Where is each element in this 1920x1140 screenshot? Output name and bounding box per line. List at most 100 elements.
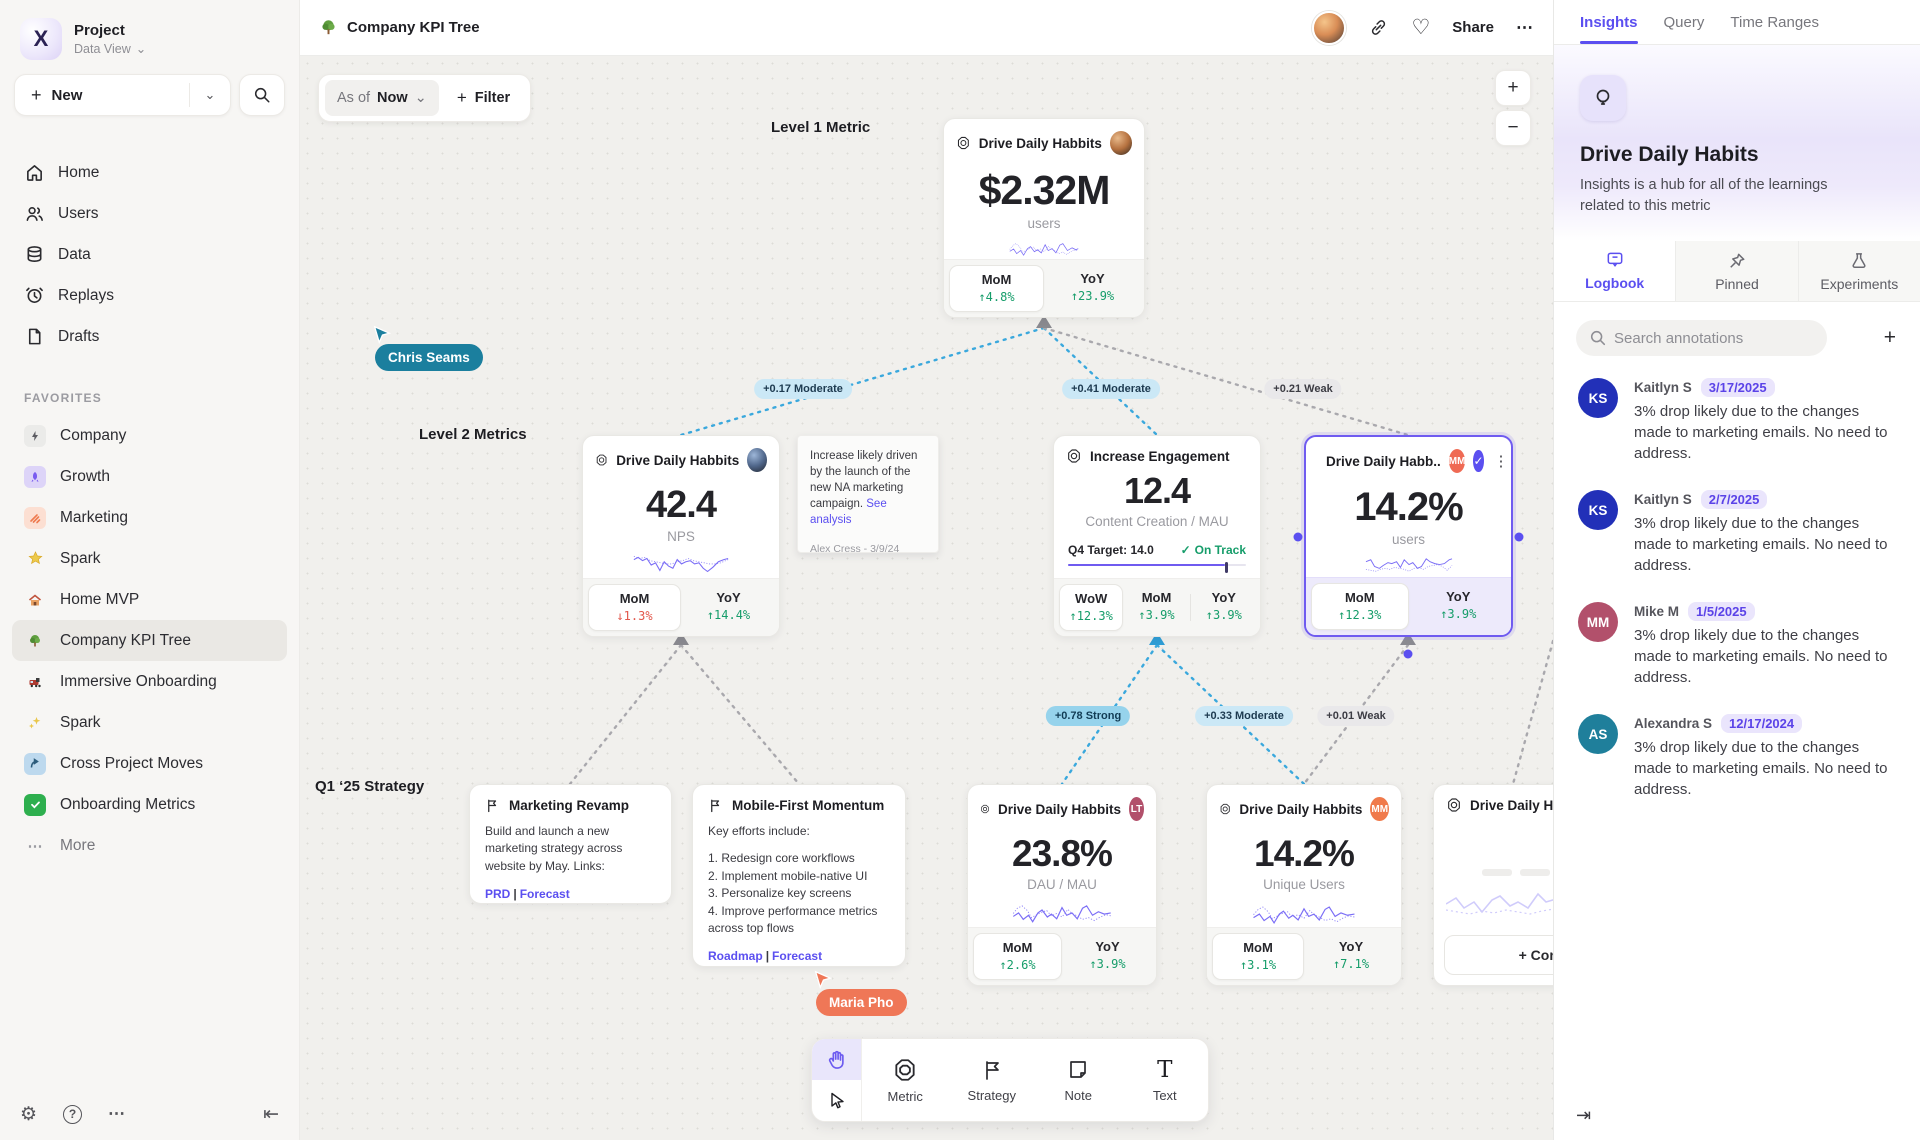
strategy-tool-button[interactable]: Strategy xyxy=(949,1039,1036,1121)
metric-card-partial[interactable]: Drive Daily Hab + Connec xyxy=(1433,784,1553,986)
metric-card-selected[interactable]: Drive Daily Habb.. MM ✓ ⋮ 14.2% users Mo… xyxy=(1304,435,1513,637)
editor-badge: LT xyxy=(1129,797,1144,821)
annotation-note[interactable]: Increase likely driven by the launch of … xyxy=(797,435,939,553)
sidebar-item-label: Immersive Onboarding xyxy=(60,673,217,691)
main-area: Company KPI Tree ♡ Share ⋯ xyxy=(300,0,1553,1140)
more-options-icon[interactable]: ⋯ xyxy=(108,1104,125,1124)
add-annotation-button[interactable]: + xyxy=(1882,326,1898,350)
more-menu-icon[interactable]: ⋯ xyxy=(1516,18,1533,38)
wow-stat[interactable]: WoW ↑12.3% xyxy=(1059,584,1123,631)
metric-card-dau[interactable]: Drive Daily Habbits LT 23.8% DAU / MAU M… xyxy=(967,784,1157,986)
annotation-item[interactable]: AS Alexandra S 12/17/2024 3% drop likely… xyxy=(1578,714,1896,800)
user-avatar[interactable] xyxy=(1312,11,1346,45)
sidebar-fav-spark-2[interactable]: Spark xyxy=(12,702,287,743)
sidebar-fav-spark[interactable]: Spark xyxy=(12,538,287,579)
note-tool-button[interactable]: Note xyxy=(1035,1039,1122,1121)
sidebar-fav-growth[interactable]: Growth xyxy=(12,456,287,497)
mom-stat[interactable]: MoM ↑12.3% xyxy=(1311,583,1409,630)
insights-description: Insights is a hub for all of the learnin… xyxy=(1580,175,1830,217)
tab-query[interactable]: Query xyxy=(1664,0,1705,44)
sidebar-fav-company[interactable]: Company xyxy=(12,415,287,456)
as-of-dropdown[interactable]: As of Now ⌄ xyxy=(325,80,439,116)
metric-card-unique-users[interactable]: Drive Daily Habbits MM 14.2% Unique User… xyxy=(1206,784,1402,986)
roadmap-link[interactable]: Roadmap xyxy=(708,949,763,963)
share-button[interactable]: Share xyxy=(1452,19,1494,36)
annotation-item[interactable]: MM Mike M 1/5/2025 3% drop likely due to… xyxy=(1578,602,1896,688)
project-switcher[interactable]: X Project Data View⌄ xyxy=(0,14,299,74)
strategy-card-mobile-first[interactable]: Mobile-First Momentum Key efforts includ… xyxy=(692,784,906,967)
mom-stat[interactable]: MoM ↑3.9% xyxy=(1125,584,1187,631)
strategy-list-item: 3. Personalize key screens xyxy=(708,885,890,902)
settings-gear-icon[interactable]: ⚙ xyxy=(20,1103,37,1126)
metric-card-level1[interactable]: Drive Daily Habbits $2.32M users MoM ↑4.… xyxy=(943,118,1145,318)
subtab-logbook[interactable]: Logbook xyxy=(1554,241,1675,301)
connect-button[interactable]: + Connec xyxy=(1444,935,1553,975)
sidebar-item-users[interactable]: Users xyxy=(12,193,287,234)
sidebar-more-button[interactable]: ⋯ More xyxy=(12,825,287,866)
strategy-title: Marketing Revamp xyxy=(509,798,629,813)
annotation-item[interactable]: KS Kaitlyn S 2/7/2025 3% drop likely due… xyxy=(1578,490,1896,576)
yoy-stat[interactable]: YoY ↑3.9% xyxy=(1064,933,1151,980)
favorite-heart-icon[interactable]: ♡ xyxy=(1411,15,1430,40)
search-annotations-input[interactable] xyxy=(1576,320,1827,356)
app-window: X Project Data View⌄ +New ⌄ Home xyxy=(0,0,1920,1140)
select-tool-button[interactable] xyxy=(812,1080,861,1121)
metric-card-engagement[interactable]: Increase Engagement 12.4 Content Creatio… xyxy=(1053,435,1261,637)
forecast-link[interactable]: Forecast xyxy=(772,949,822,963)
mom-stat[interactable]: MoM ↑4.8% xyxy=(949,265,1044,312)
yoy-stat[interactable]: YoY ↑3.9% xyxy=(1193,584,1255,631)
sidebar-item-data[interactable]: Data xyxy=(12,234,287,275)
new-button[interactable]: +New ⌄ xyxy=(14,74,231,116)
project-subtitle[interactable]: Data View⌄ xyxy=(74,41,146,56)
subtab-experiments[interactable]: Experiments xyxy=(1798,241,1920,301)
sidebar-fav-marketing[interactable]: Marketing xyxy=(12,497,287,538)
forecast-link[interactable]: Forecast xyxy=(520,887,570,901)
tab-time-ranges[interactable]: Time Ranges xyxy=(1730,0,1819,44)
logbook-icon xyxy=(1605,250,1625,270)
kpi-tree-canvas[interactable]: As of Now ⌄ + Filter + − Level 1 Metric … xyxy=(300,56,1553,1140)
yoy-stat[interactable]: YoY ↑23.9% xyxy=(1046,265,1139,312)
hand-tool-button[interactable] xyxy=(812,1039,861,1080)
search-button[interactable] xyxy=(239,74,285,116)
mom-stat[interactable]: MoM ↑3.1% xyxy=(1212,933,1304,980)
subtab-pinned[interactable]: Pinned xyxy=(1675,241,1797,301)
yoy-stat[interactable]: YoY ↑3.9% xyxy=(1411,583,1507,630)
strategy-card-marketing-revamp[interactable]: Marketing Revamp Build and launch a new … xyxy=(469,784,672,904)
annotation-item[interactable]: KS Kaitlyn S 3/17/2025 3% drop likely du… xyxy=(1578,378,1896,464)
zoom-in-button[interactable]: + xyxy=(1495,70,1531,106)
sidebar-item-home[interactable]: Home xyxy=(12,152,287,193)
mom-stat[interactable]: MoM ↓1.3% xyxy=(588,584,681,631)
filter-button[interactable]: + Filter xyxy=(443,88,524,108)
tree-icon xyxy=(24,630,46,652)
sidebar-fav-company-kpi-tree[interactable]: Company KPI Tree xyxy=(12,620,287,661)
prd-link[interactable]: PRD xyxy=(485,887,510,901)
metric-card-nps[interactable]: Drive Daily Habbits 42.4 NPS MoM ↓1.3% Y… xyxy=(582,435,780,637)
flag-icon xyxy=(485,798,500,813)
yoy-stat[interactable]: YoY ↑7.1% xyxy=(1306,933,1396,980)
card-menu-icon[interactable]: ⋮ xyxy=(1492,452,1511,470)
zoom-out-button[interactable]: − xyxy=(1495,110,1531,146)
sidebar-fav-home-mvp[interactable]: Home MVP xyxy=(12,579,287,620)
text-tool-button[interactable]: T Text xyxy=(1122,1039,1209,1121)
collapse-sidebar-icon[interactable]: ⇤ xyxy=(263,1103,279,1126)
new-dropdown-chevron-icon[interactable]: ⌄ xyxy=(190,87,230,103)
sidebar-item-drafts[interactable]: Drafts xyxy=(12,316,287,357)
tab-insights[interactable]: Insights xyxy=(1580,0,1638,44)
chevron-down-icon: ⌄ xyxy=(136,41,146,56)
help-icon[interactable]: ? xyxy=(63,1105,82,1124)
sidebar-item-replays[interactable]: Replays xyxy=(12,275,287,316)
collapse-panel-icon[interactable]: ⇥ xyxy=(1576,1105,1591,1126)
annotation-avatar: KS xyxy=(1578,378,1618,418)
sidebar-fav-onboarding-metrics[interactable]: Onboarding Metrics xyxy=(12,784,287,825)
text-icon: T xyxy=(1157,1058,1172,1082)
mom-stat[interactable]: MoM ↑2.6% xyxy=(973,933,1062,980)
yoy-stat[interactable]: YoY ↑14.4% xyxy=(683,584,774,631)
train-icon xyxy=(24,671,46,693)
sidebar-fav-cross-project-moves[interactable]: Cross Project Moves xyxy=(12,743,287,784)
card-title: Drive Daily Hab xyxy=(1470,798,1553,813)
level1-label: Level 1 Metric xyxy=(771,119,870,136)
annotation-date-badge: 12/17/2024 xyxy=(1721,714,1802,733)
copy-link-icon[interactable] xyxy=(1368,17,1389,38)
sidebar-fav-immersive-onboarding[interactable]: Immersive Onboarding xyxy=(12,661,287,702)
metric-tool-button[interactable]: Metric xyxy=(862,1039,949,1121)
